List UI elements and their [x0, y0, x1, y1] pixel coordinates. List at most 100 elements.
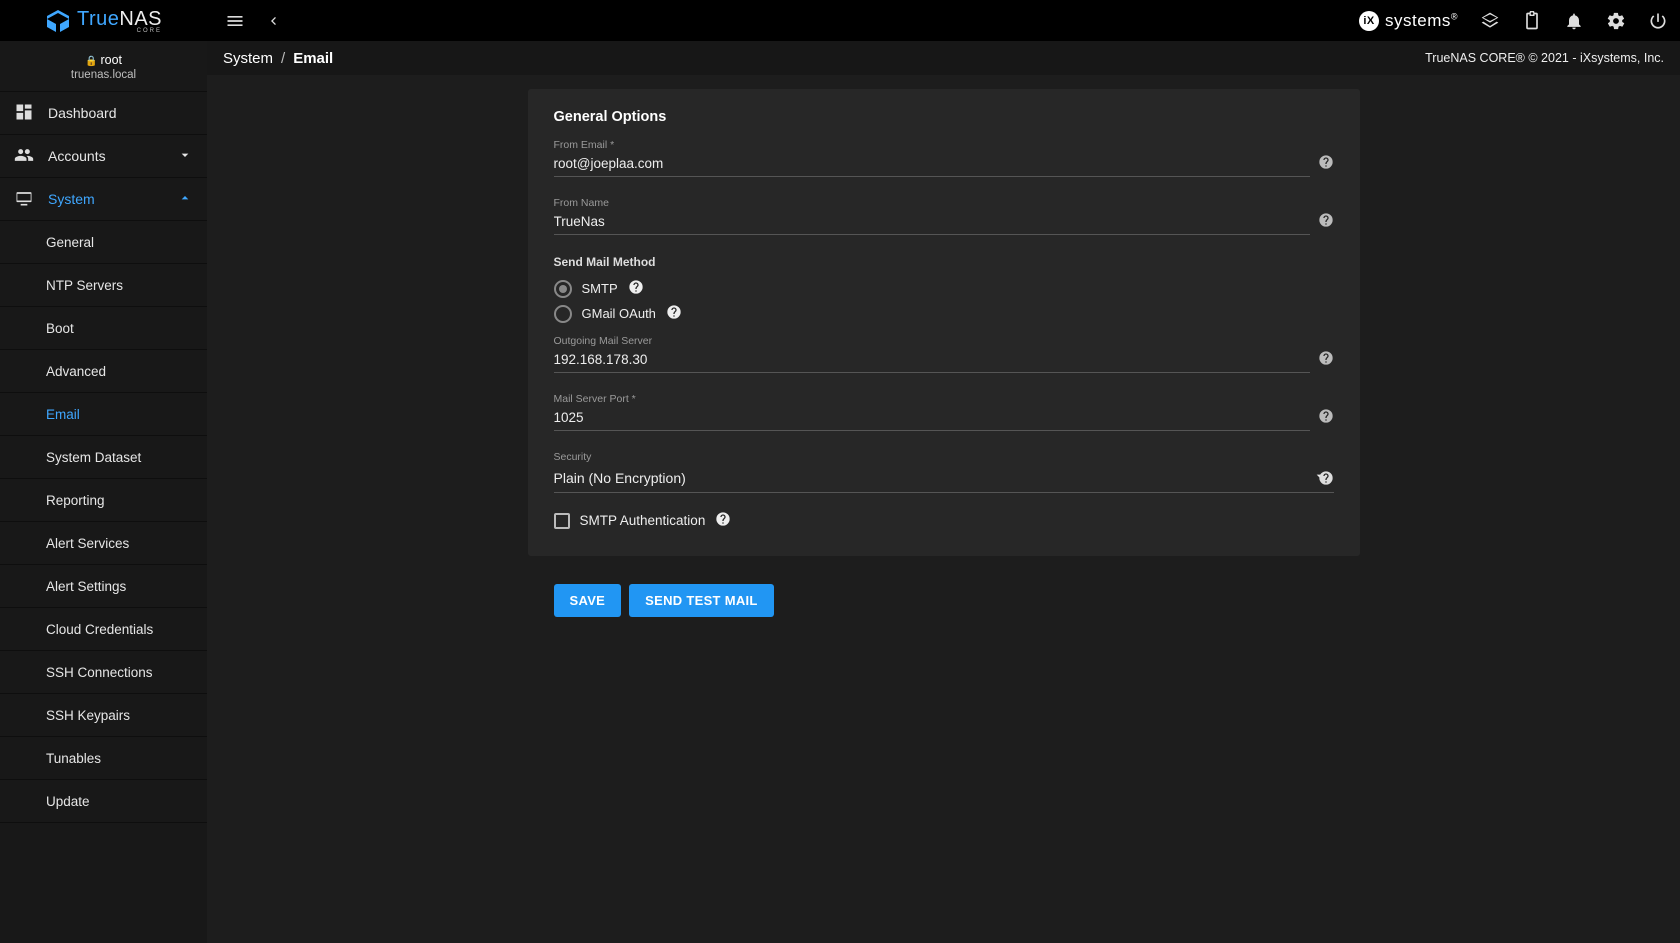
smtp-auth-help[interactable] [715, 511, 731, 530]
nav-system-ssh-connections[interactable]: SSH Connections [0, 651, 207, 694]
send-method-label: Send Mail Method [554, 255, 1334, 269]
from-email-help[interactable] [1318, 154, 1334, 173]
smtp-auth-checkbox[interactable] [554, 513, 570, 529]
topbar: TrueNAS CORE iX systems® [0, 0, 1680, 41]
nav-system-cloud-label: Cloud Credentials [46, 622, 153, 637]
smtp-radio-label: SMTP [582, 281, 618, 296]
security-field-wrap: Security Plain (No Encryption) [554, 451, 1334, 493]
system-icon [14, 188, 36, 211]
nav-system-tunables-label: Tunables [46, 751, 101, 766]
nav-dashboard-label: Dashboard [48, 105, 117, 121]
nav-system-alert-settings[interactable]: Alert Settings [0, 565, 207, 608]
dashboard-icon [14, 102, 36, 125]
security-select[interactable]: Plain (No Encryption) [554, 465, 1334, 493]
nav-system-general[interactable]: General [0, 221, 207, 264]
truecommand-button[interactable] [1480, 11, 1500, 31]
current-user: root [100, 53, 122, 67]
card-title: General Options [554, 109, 1334, 125]
nav-system-reporting-label: Reporting [46, 493, 105, 508]
from-email-field-wrap: From Email * [554, 139, 1334, 177]
nav-system-alert-services[interactable]: Alert Services [0, 522, 207, 565]
button-row: Save Send Test Mail [528, 584, 1360, 617]
nav-accounts-label: Accounts [48, 148, 106, 164]
smtp-radio-row[interactable]: SMTP [554, 279, 1334, 298]
help-icon [715, 511, 731, 527]
power-button[interactable] [1648, 11, 1668, 31]
security-label: Security [554, 451, 1334, 463]
nav-system-update[interactable]: Update [0, 780, 207, 823]
nav-system-label: System [48, 191, 95, 207]
nav-system-ssh-connections-label: SSH Connections [46, 665, 153, 680]
nav-system-dataset[interactable]: System Dataset [0, 436, 207, 479]
from-name-help[interactable] [1318, 212, 1334, 231]
smtp-radio[interactable] [554, 280, 572, 298]
accounts-icon [14, 145, 36, 168]
smtp-auth-label: SMTP Authentication [580, 513, 706, 528]
smtp-auth-row[interactable]: SMTP Authentication [554, 511, 1334, 530]
nav-accounts[interactable]: Accounts [0, 135, 207, 178]
sidebar: 🔒root truenas.local Dashboard Accounts S… [0, 41, 207, 943]
help-icon [666, 304, 682, 320]
brand-logo[interactable]: TrueNAS CORE [0, 0, 207, 41]
save-button[interactable]: Save [554, 584, 622, 617]
security-help[interactable] [1318, 470, 1334, 489]
mail-port-input[interactable] [554, 407, 1310, 431]
gmail-help[interactable] [666, 304, 682, 323]
ixsystems-logo[interactable]: iX systems® [1359, 11, 1458, 31]
nav-system[interactable]: System [0, 178, 207, 221]
gmail-radio-label: GMail OAuth [582, 306, 656, 321]
nav-system-ntp[interactable]: NTP Servers [0, 264, 207, 307]
help-icon [1318, 470, 1334, 486]
nav-system-tunables[interactable]: Tunables [0, 737, 207, 780]
nav-system-email-label: Email [46, 407, 80, 422]
send-test-mail-button[interactable]: Send Test Mail [629, 584, 774, 617]
from-email-input[interactable] [554, 153, 1310, 177]
chevron-up-icon [177, 190, 193, 209]
gear-icon [1606, 11, 1626, 31]
nav-system-general-label: General [46, 235, 94, 250]
breadcrumb-separator: / [281, 50, 285, 67]
outgoing-server-field-wrap: Outgoing Mail Server [554, 335, 1334, 373]
brand-nas: NAS [119, 8, 162, 30]
breadcrumb-root[interactable]: System [223, 50, 273, 67]
brand-true: True [77, 8, 119, 30]
power-icon [1648, 11, 1668, 31]
nav-system-update-label: Update [46, 794, 90, 809]
hostname: truenas.local [0, 69, 207, 81]
nav-system-advanced[interactable]: Advanced [0, 350, 207, 393]
main-content: General Options From Email * From Name S… [207, 75, 1680, 943]
nav-system-dataset-label: System Dataset [46, 450, 141, 465]
chevron-down-icon [177, 147, 193, 166]
nav-system-advanced-label: Advanced [46, 364, 106, 379]
hamburger-icon [225, 11, 245, 31]
layers-icon [1480, 11, 1500, 31]
alerts-button[interactable] [1564, 11, 1584, 31]
menu-toggle-button[interactable] [225, 11, 245, 31]
breadcrumb-bar: System / Email TrueNAS CORE® © 2021 - iX… [207, 41, 1680, 75]
from-name-input[interactable] [554, 211, 1310, 235]
nav-system-cloud[interactable]: Cloud Credentials [0, 608, 207, 651]
outgoing-server-input[interactable] [554, 349, 1310, 373]
mail-port-help[interactable] [1318, 408, 1334, 427]
nav-dashboard[interactable]: Dashboard [0, 92, 207, 135]
help-icon [1318, 154, 1334, 170]
lock-icon: 🔒 [85, 56, 97, 67]
nav-system-reporting[interactable]: Reporting [0, 479, 207, 522]
clipboard-icon [1522, 11, 1542, 31]
back-button[interactable] [263, 11, 283, 31]
help-icon [1318, 212, 1334, 228]
nav-system-email[interactable]: Email [0, 393, 207, 436]
settings-button[interactable] [1606, 11, 1626, 31]
chevron-left-icon [265, 13, 281, 29]
bell-icon [1564, 11, 1584, 31]
ix-badge-icon: iX [1359, 11, 1379, 31]
clipboard-button[interactable] [1522, 11, 1542, 31]
mail-port-label: Mail Server Port * [554, 393, 1334, 405]
outgoing-server-help[interactable] [1318, 350, 1334, 369]
gmail-radio-row[interactable]: GMail OAuth [554, 304, 1334, 323]
smtp-help[interactable] [628, 279, 644, 298]
nav-system-boot[interactable]: Boot [0, 307, 207, 350]
email-settings-card: General Options From Email * From Name S… [528, 89, 1360, 556]
nav-system-ssh-keypairs[interactable]: SSH Keypairs [0, 694, 207, 737]
gmail-radio[interactable] [554, 305, 572, 323]
